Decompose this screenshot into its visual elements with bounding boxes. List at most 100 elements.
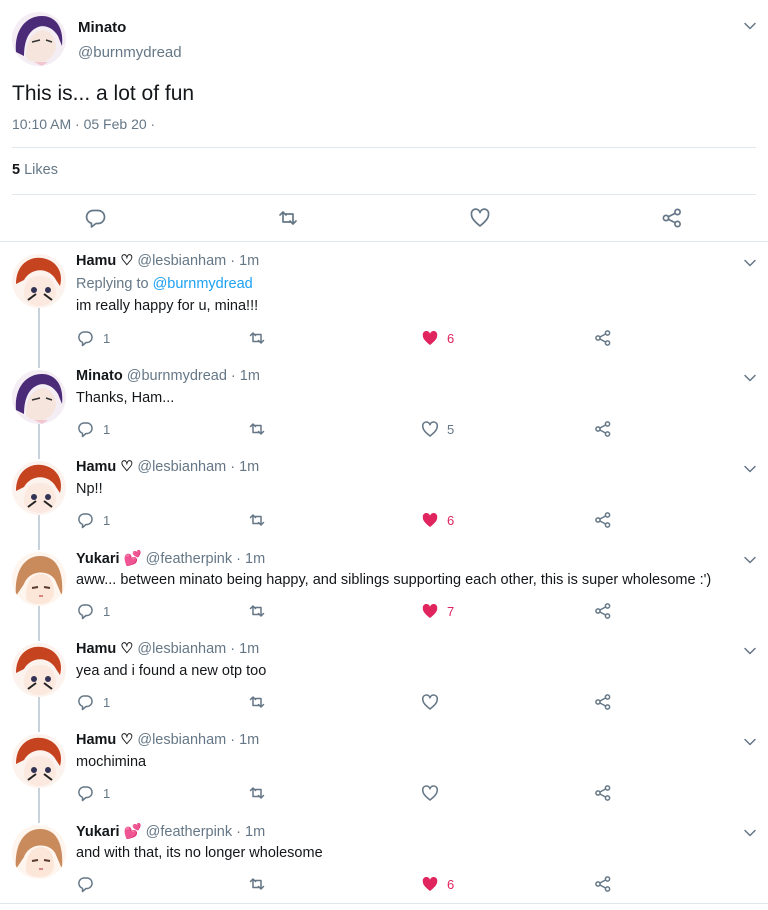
retweet-icon[interactable]: [248, 511, 266, 529]
mention-link[interactable]: @burnmydread: [153, 276, 253, 292]
chevron-down-icon[interactable]: [742, 370, 758, 386]
avatar[interactable]: [12, 643, 66, 697]
reply-text: Np!!: [76, 481, 103, 497]
like-count: 6: [447, 331, 455, 346]
chevron-down-icon[interactable]: [742, 18, 758, 34]
chevron-down-icon[interactable]: [742, 552, 758, 568]
reply-icon: [78, 877, 93, 893]
share-icon[interactable]: [594, 693, 612, 711]
thread-line: [38, 788, 40, 823]
like-icon[interactable]: [421, 420, 439, 438]
reply-header: Minato @burnmydread · 1m: [76, 368, 260, 384]
author-name[interactable]: Hamu ♡: [76, 641, 133, 657]
likes-label: Likes: [24, 162, 58, 178]
author-handle[interactable]: @burnmydread · 1m: [127, 368, 260, 384]
avatar[interactable]: [12, 254, 66, 308]
author-handle[interactable]: @lesbianham · 1m: [137, 732, 259, 748]
author-name[interactable]: Minato: [78, 19, 126, 36]
reply-icon: [78, 422, 93, 438]
like-icon[interactable]: [421, 329, 439, 347]
reply-button[interactable]: [77, 329, 95, 347]
chevron-down-icon[interactable]: [742, 825, 758, 841]
author-name[interactable]: Hamu ♡: [76, 732, 133, 748]
likes-number: 5: [12, 162, 21, 178]
author-name[interactable]: Yukari 💕: [76, 551, 142, 567]
like-icon[interactable]: [421, 875, 439, 893]
reply-icon: [78, 695, 93, 711]
tweet-text: This is... a lot of fun: [12, 82, 195, 105]
retweet-icon[interactable]: [248, 784, 266, 802]
like-icon[interactable]: [469, 207, 491, 229]
retweet-icon[interactable]: [248, 329, 266, 347]
replying-to-label: Replying to: [76, 276, 149, 292]
thread-line: [38, 308, 40, 368]
like-count: 6: [447, 513, 455, 528]
reply-count: 1: [103, 422, 111, 437]
avatar[interactable]: [12, 370, 66, 424]
share-icon[interactable]: [594, 784, 612, 802]
author-name[interactable]: Minato: [76, 368, 123, 384]
share-icon[interactable]: [594, 511, 612, 529]
retweet-icon[interactable]: [277, 207, 299, 229]
divider: [12, 147, 756, 148]
author-handle[interactable]: @lesbianham · 1m: [137, 253, 259, 269]
reply-count: 1: [103, 331, 111, 346]
author-handle[interactable]: @lesbianham · 1m: [137, 641, 259, 657]
author-name[interactable]: Hamu ♡: [76, 253, 133, 269]
tweet-timestamp: 10:10 AM · 05 Feb 20 ·: [12, 116, 156, 132]
retweet-icon[interactable]: [248, 693, 266, 711]
author-name[interactable]: Yukari 💕: [76, 824, 142, 840]
chevron-down-icon[interactable]: [742, 255, 758, 271]
avatar[interactable]: [12, 734, 66, 788]
like-icon[interactable]: [421, 693, 439, 711]
avatar[interactable]: [12, 12, 66, 66]
reply-text: mochimina: [76, 754, 147, 770]
author-name[interactable]: Hamu ♡: [76, 459, 133, 475]
reply-icon: [78, 513, 93, 529]
reply-header: Hamu ♡ @lesbianham · 1m: [76, 253, 259, 269]
retweet-icon[interactable]: [248, 875, 266, 893]
reply-button[interactable]: [77, 511, 95, 529]
reply-header: Yukari 💕 @featherpink · 1m: [76, 550, 265, 567]
reply-button[interactable]: [77, 784, 95, 802]
share-icon[interactable]: [594, 602, 612, 620]
like-icon[interactable]: [421, 511, 439, 529]
like-icon[interactable]: [421, 602, 439, 620]
thread-line: [38, 424, 40, 459]
retweet-icon[interactable]: [248, 602, 266, 620]
reply-icon[interactable]: [85, 207, 107, 229]
likes-count[interactable]: 5 Likes: [12, 162, 58, 178]
reply-button[interactable]: [77, 693, 95, 711]
reply-button[interactable]: [77, 420, 95, 438]
avatar[interactable]: [12, 825, 66, 879]
share-icon[interactable]: [594, 420, 612, 438]
divider: [0, 903, 768, 904]
like-icon[interactable]: [421, 784, 439, 802]
chevron-down-icon[interactable]: [742, 734, 758, 750]
avatar[interactable]: [12, 552, 66, 606]
thread-line: [38, 515, 40, 550]
reply-text: yea and i found a new otp too: [76, 663, 267, 679]
share-icon[interactable]: [661, 207, 683, 229]
like-count: 5: [447, 422, 455, 437]
divider: [0, 241, 768, 242]
reply-icon: [78, 604, 93, 620]
reply-count: 1: [103, 695, 111, 710]
thread-line: [38, 697, 40, 732]
reply-button[interactable]: [77, 875, 95, 893]
author-handle[interactable]: @featherpink · 1m: [146, 824, 266, 840]
author-handle[interactable]: @featherpink · 1m: [146, 551, 266, 567]
avatar[interactable]: [12, 461, 66, 515]
reply-text: and with that, its no longer wholesome: [76, 845, 323, 861]
author-handle[interactable]: @burnmydread: [78, 44, 182, 61]
reply-button[interactable]: [77, 602, 95, 620]
retweet-icon[interactable]: [248, 420, 266, 438]
chevron-down-icon[interactable]: [742, 643, 758, 659]
share-icon[interactable]: [594, 329, 612, 347]
author-handle[interactable]: @lesbianham · 1m: [137, 459, 259, 475]
reply-header: Yukari 💕 @featherpink · 1m: [76, 823, 265, 840]
reply-header: Hamu ♡ @lesbianham · 1m: [76, 641, 259, 657]
chevron-down-icon[interactable]: [742, 461, 758, 477]
share-icon[interactable]: [594, 875, 612, 893]
reply-count: 1: [103, 786, 111, 801]
